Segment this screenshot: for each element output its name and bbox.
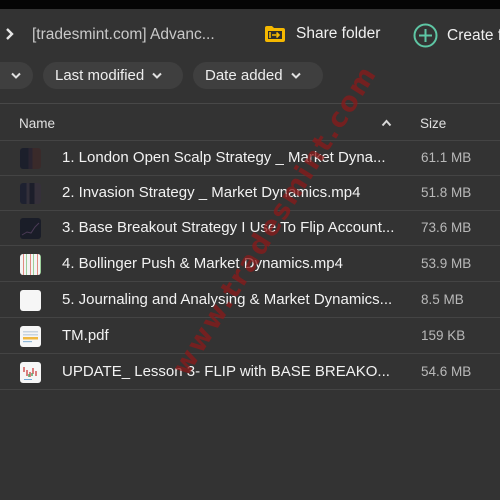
chevron-right-icon[interactable] [4,27,16,41]
filter-chip-date-added[interactable]: Date added [193,62,323,89]
share-folder-label: Share folder [296,25,381,42]
chevron-down-icon [11,72,21,79]
file-name: UPDATE_ Lesson 3- FLIP with BASE BREAKO.… [62,363,390,380]
file-name: 2. Invasion Strategy _ Market Dynamics.m… [62,184,361,201]
file-row[interactable]: TM.pdf 159 KB [0,319,500,354]
file-size: 53.9 MB [421,256,472,271]
table-header: Name Size [0,104,500,141]
file-name: 4. Bollinger Push & Market Dynamics.mp4 [62,255,343,272]
file-name: 1. London Open Scalp Strategy _ Market D… [62,149,386,166]
divider [0,245,500,246]
plus-circle-icon [413,23,438,48]
file-size: 73.6 MB [421,220,472,235]
file-name: TM.pdf [62,327,109,344]
divider [0,317,500,318]
chevron-down-icon [152,72,162,79]
filter-chip-type[interactable] [0,62,33,89]
share-folder-icon [265,26,285,42]
folder-title[interactable]: [tradesmint.com] Advanc... [32,26,215,44]
file-name: 3. Base Breakout Strategy I Use To Flip … [62,219,395,236]
file-size: 54.6 MB [421,364,472,379]
file-row[interactable]: 3. Base Breakout Strategy I Use To Flip … [0,211,500,246]
file-row[interactable]: 4. Bollinger Push & Market Dynamics.mp4 … [0,247,500,282]
file-row[interactable]: 1. London Open Scalp Strategy _ Market D… [0,141,500,176]
share-folder-button[interactable]: Share folder [264,25,380,43]
filter-chip-label: Last modified [55,67,145,84]
file-size: 159 KB [421,328,466,343]
create-label: Create f [447,26,500,44]
document-thumbnail-icon [20,290,41,311]
divider [0,281,500,282]
create-button[interactable]: Create f [413,23,500,48]
sort-ascending-icon[interactable] [381,119,392,127]
file-row[interactable]: 2. Invasion Strategy _ Market Dynamics.m… [0,176,500,211]
video-thumbnail-icon [20,183,41,204]
file-size: 51.8 MB [421,185,472,200]
divider [0,353,500,354]
chart-thumbnail-icon [20,362,41,383]
bollinger-thumbnail-icon [20,254,41,275]
column-header-name[interactable]: Name [19,116,55,131]
breadcrumb: [tradesmint.com] Advanc... Share folder … [0,9,500,61]
file-size: 61.1 MB [421,150,472,165]
top-bar [0,0,500,9]
column-header-size[interactable]: Size [420,116,446,131]
video-thumbnail-icon [20,148,41,169]
filter-chip-last-modified[interactable]: Last modified [43,62,183,89]
chart-thumbnail-icon [20,218,41,239]
chevron-down-icon [290,72,301,79]
file-size: 8.5 MB [421,292,464,307]
filter-chip-label: Date added [205,67,283,84]
divider [0,389,500,390]
pdf-thumbnail-icon [20,326,41,347]
file-row[interactable]: UPDATE_ Lesson 3- FLIP with BASE BREAKO.… [0,355,500,390]
file-name: 5. Journaling and Analysing & Market Dyn… [62,291,393,308]
file-row[interactable]: 5. Journaling and Analysing & Market Dyn… [0,283,500,318]
